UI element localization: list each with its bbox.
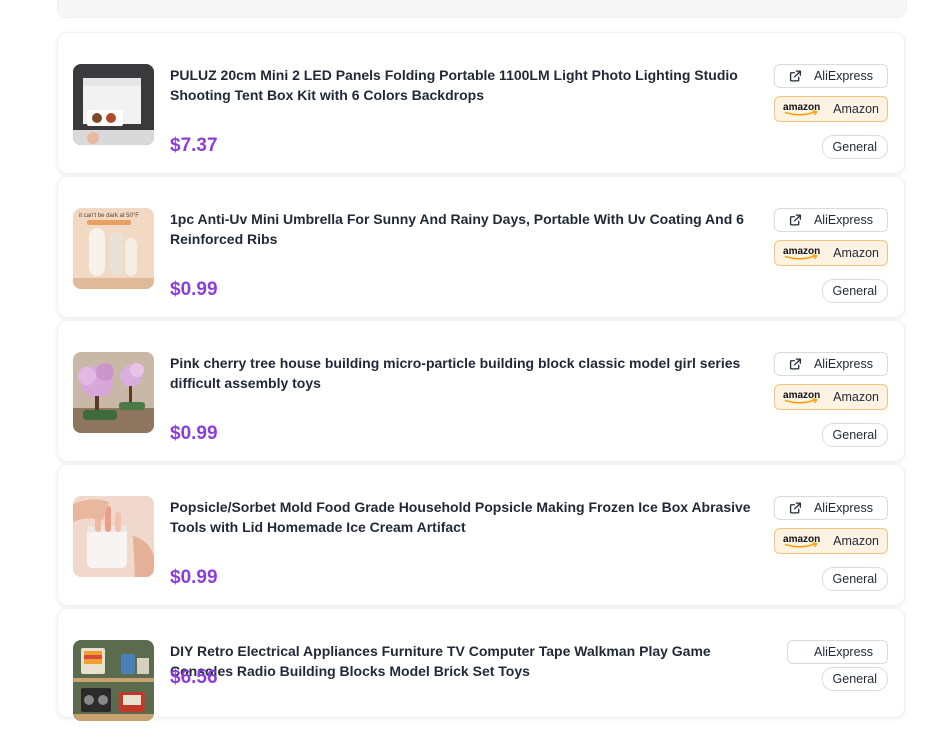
amazon-logo-icon: amazon bbox=[783, 390, 820, 404]
amazon-button[interactable]: amazon Amazon bbox=[774, 96, 888, 122]
product-price: $7.37 bbox=[170, 135, 218, 156]
category-tag[interactable]: General bbox=[821, 423, 888, 447]
product-title[interactable]: Popsicle/Sorbet Mold Food Grade Househol… bbox=[170, 497, 770, 537]
external-link-icon bbox=[789, 358, 801, 370]
product-card: PULUZ 20cm Mini 2 LED Panels Folding Por… bbox=[57, 32, 905, 174]
image-caption: it can't be dark at 50°F bbox=[79, 213, 139, 219]
amazon-button[interactable]: amazon Amazon bbox=[774, 384, 888, 410]
product-price: $6.56 bbox=[170, 667, 218, 688]
amazon-logo-icon: amazon bbox=[783, 246, 820, 260]
category-tag[interactable]: General bbox=[821, 135, 888, 159]
amazon-label: Amazon bbox=[833, 102, 879, 116]
amazon-label: Amazon bbox=[833, 534, 879, 548]
popsicle-mold-image bbox=[73, 496, 154, 577]
mini-umbrella-image: it can't be dark at 50°F bbox=[73, 208, 154, 289]
previous-card-bottom bbox=[57, 0, 907, 18]
aliexpress-label: AliExpress bbox=[813, 213, 873, 227]
product-card: Pink cherry tree house building micro-pa… bbox=[57, 320, 905, 462]
aliexpress-button[interactable]: AliExpress bbox=[774, 352, 888, 376]
external-link-icon bbox=[789, 214, 801, 226]
amazon-button[interactable]: amazon Amazon bbox=[774, 240, 888, 266]
product-card: DIY Retro Electrical Appliances Furnitur… bbox=[57, 608, 905, 721]
product-image[interactable] bbox=[73, 352, 154, 433]
product-image[interactable] bbox=[73, 64, 154, 145]
aliexpress-button[interactable]: AliExpress bbox=[774, 64, 888, 88]
category-tag[interactable]: General bbox=[821, 279, 888, 303]
amazon-label: Amazon bbox=[833, 246, 879, 260]
aliexpress-label: AliExpress bbox=[813, 501, 873, 515]
external-link-icon bbox=[789, 502, 801, 514]
category-tag[interactable]: General bbox=[821, 667, 888, 691]
product-card: Popsicle/Sorbet Mold Food Grade Househol… bbox=[57, 464, 905, 606]
amazon-button[interactable]: amazon Amazon bbox=[774, 528, 888, 554]
external-link-icon bbox=[789, 70, 801, 82]
product-actions: AliExpress amazon Amazon bbox=[774, 208, 888, 266]
product-image[interactable]: it can't be dark at 50°F bbox=[73, 208, 154, 289]
product-image[interactable] bbox=[73, 496, 154, 577]
product-title[interactable]: 1pc Anti-Uv Mini Umbrella For Sunny And … bbox=[170, 209, 770, 249]
aliexpress-button[interactable]: AliExpress bbox=[787, 640, 888, 664]
product-price: $0.99 bbox=[170, 567, 218, 588]
category-tag[interactable]: General bbox=[821, 567, 888, 591]
product-image[interactable] bbox=[73, 640, 154, 721]
product-actions: AliExpress bbox=[787, 640, 888, 664]
aliexpress-label: AliExpress bbox=[814, 645, 874, 659]
aliexpress-button[interactable]: AliExpress bbox=[774, 496, 888, 520]
product-actions: AliExpress amazon Amazon bbox=[774, 64, 888, 122]
aliexpress-label: AliExpress bbox=[813, 69, 873, 83]
cherry-tree-blocks-image bbox=[73, 352, 154, 433]
amazon-logo-icon: amazon bbox=[783, 534, 820, 548]
product-price: $0.99 bbox=[170, 423, 218, 444]
aliexpress-label: AliExpress bbox=[813, 357, 873, 371]
product-title[interactable]: DIY Retro Electrical Appliances Furnitur… bbox=[170, 641, 770, 681]
product-price: $0.99 bbox=[170, 279, 218, 300]
amazon-label: Amazon bbox=[833, 390, 879, 404]
product-title[interactable]: PULUZ 20cm Mini 2 LED Panels Folding Por… bbox=[170, 65, 770, 105]
product-actions: AliExpress amazon Amazon bbox=[774, 352, 888, 410]
product-card: it can't be dark at 50°F 1pc Anti-Uv Min… bbox=[57, 176, 905, 318]
amazon-logo-icon: amazon bbox=[783, 102, 820, 116]
photo-light-box-image bbox=[73, 64, 154, 145]
product-actions: AliExpress amazon Amazon bbox=[774, 496, 888, 554]
aliexpress-button[interactable]: AliExpress bbox=[774, 208, 888, 232]
retro-appliances-blocks-image bbox=[73, 640, 154, 721]
product-list: PULUZ 20cm Mini 2 LED Panels Folding Por… bbox=[57, 32, 905, 721]
product-title[interactable]: Pink cherry tree house building micro-pa… bbox=[170, 353, 770, 393]
